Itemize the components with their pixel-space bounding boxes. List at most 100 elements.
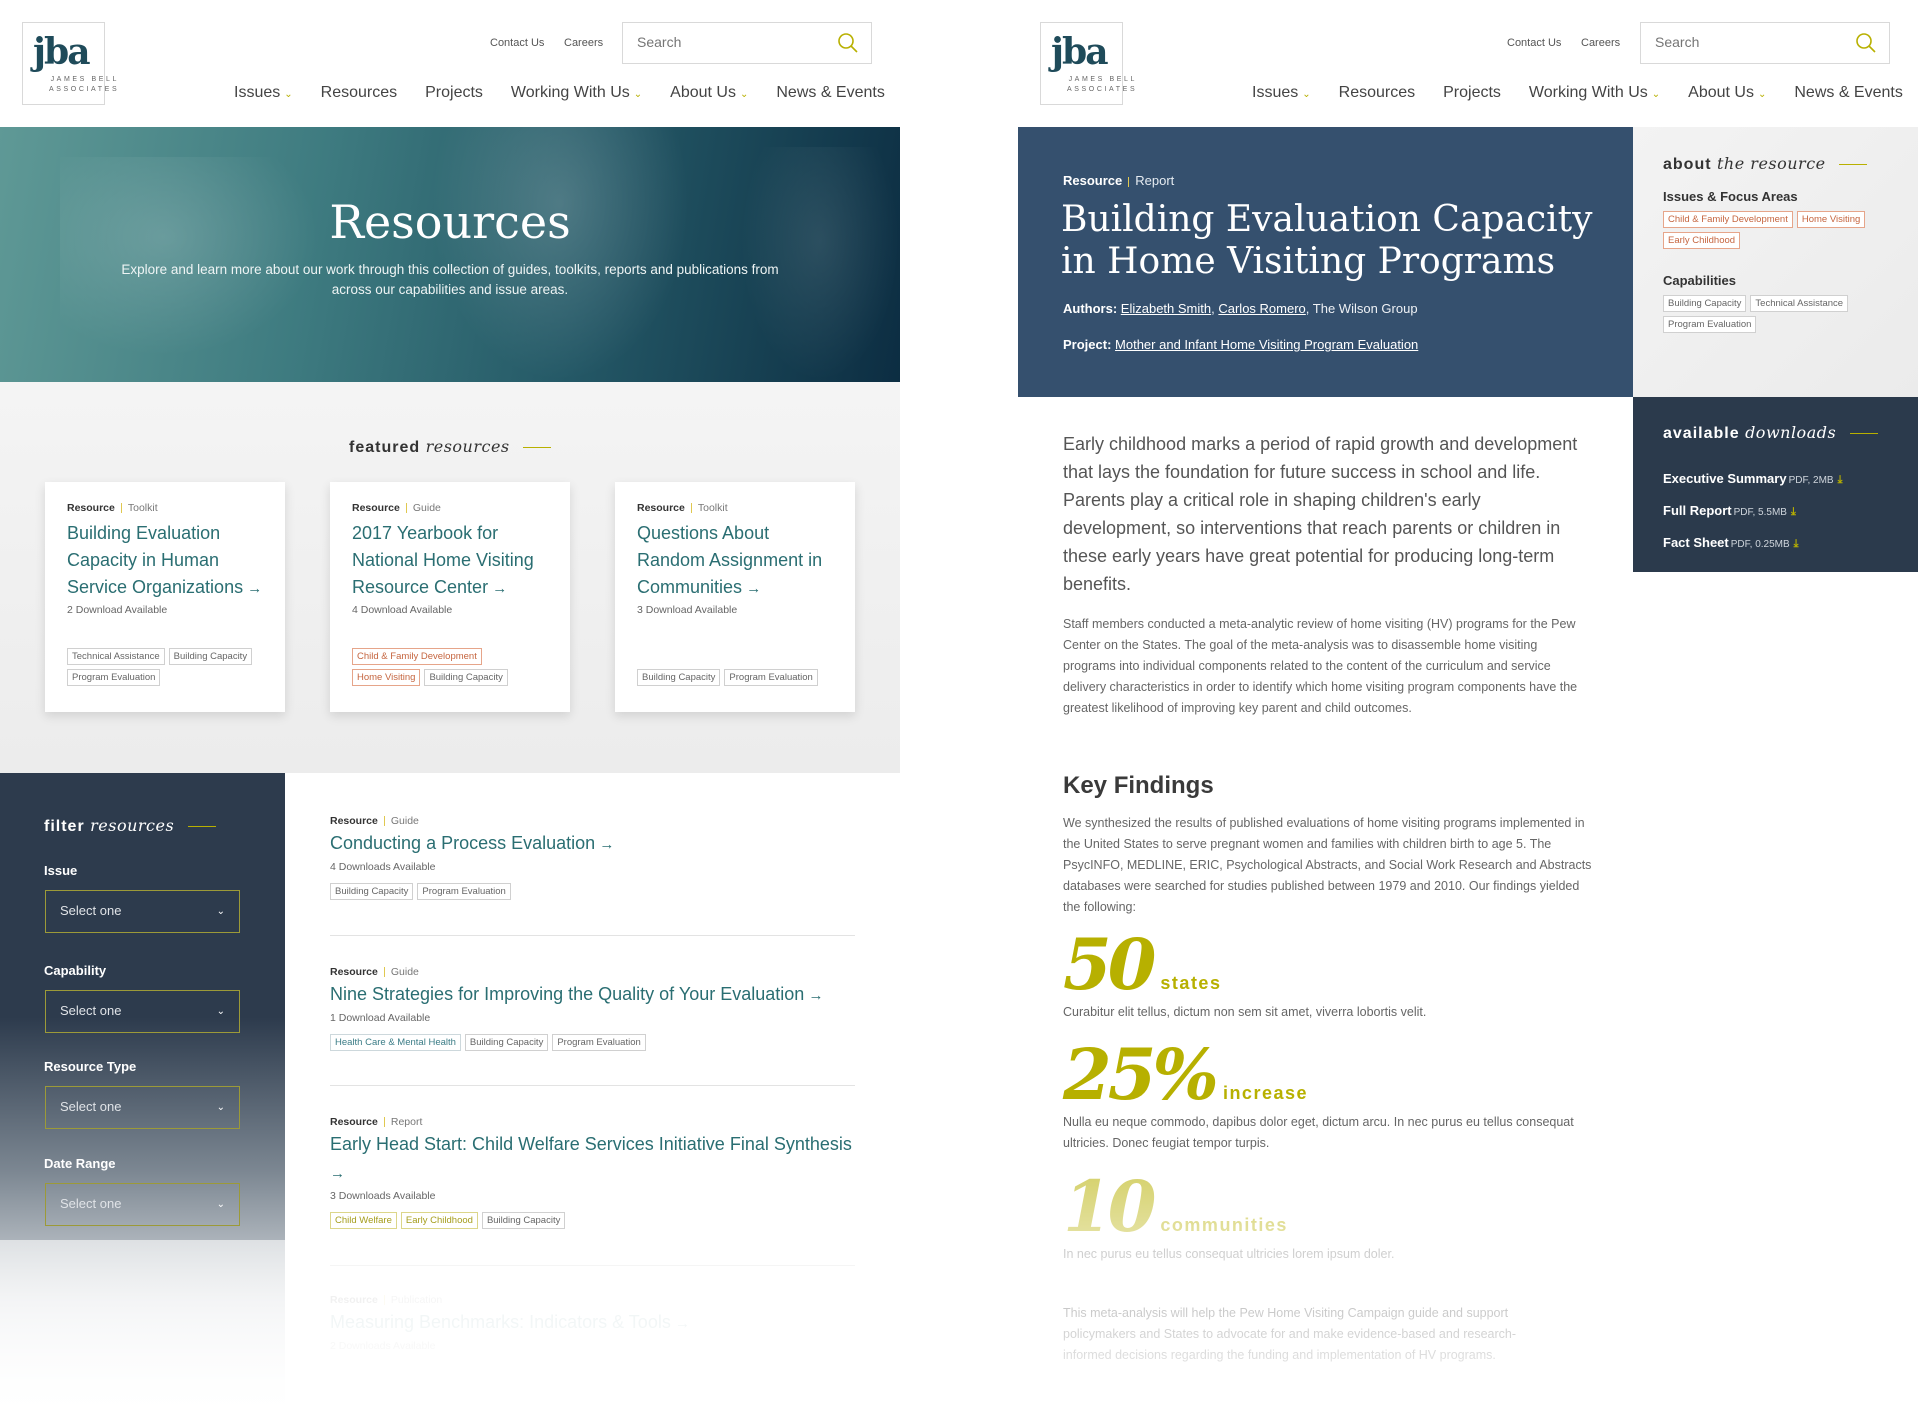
resource-title-link[interactable]: Early Head Start: Child Welfare Services… <box>330 1131 855 1187</box>
list-divider <box>330 935 855 936</box>
issue-tag[interactable]: Home Visiting <box>1796 211 1866 228</box>
nav-news-events[interactable]: News & Events <box>1794 84 1902 102</box>
issue-tag[interactable]: Child & Family Development <box>1663 211 1793 228</box>
capability-tag[interactable]: Building Capacity <box>1663 295 1747 312</box>
list-item[interactable]: Resource Report Early Head Start: Child We… <box>330 1116 855 1229</box>
list-divider <box>330 1265 855 1266</box>
logo[interactable]: jba JAMES BELL ASSOCIATES <box>1040 22 1135 105</box>
resource-title: Conducting a Process Evaluation <box>330 833 596 853</box>
logo[interactable]: jba JAMES BELL ASSOCIATES <box>22 22 117 105</box>
arrow-right-icon: → <box>488 580 508 597</box>
issue-tag[interactable]: Early Childhood <box>1663 232 1741 249</box>
resource-title-link[interactable]: Building Evaluation Capacity in Human Se… <box>67 520 263 602</box>
tag[interactable]: Early Childhood <box>400 1212 478 1229</box>
tag[interactable]: Program Evaluation <box>552 1034 646 1051</box>
resource-list: Resource Guide Conducting a Process Evalua… <box>330 773 855 1416</box>
resource-title-link[interactable]: Nine Strategies for Improving the Qualit… <box>330 981 855 1009</box>
resource-title-link[interactable]: Questions About Random Assignment in Com… <box>637 520 833 602</box>
filter-select-capability[interactable]: Select one ⌄ <box>45 990 240 1033</box>
list-item[interactable]: Resource Guide Nine Strategies for Improvi… <box>330 966 855 1051</box>
filter-select-date-range[interactable]: Select one ⌄ <box>45 1183 240 1226</box>
resource-type: Toolkit <box>127 502 158 514</box>
resource-title-link[interactable]: Conducting a Process Evaluation → <box>330 830 855 858</box>
tag[interactable]: Home Visiting <box>352 669 421 686</box>
capability-tag[interactable]: Program Evaluation <box>1663 316 1757 333</box>
resource-title-link[interactable]: Measuring Benchmarks: Indicators & Tools… <box>330 1309 855 1337</box>
nav-working-with-us[interactable]: Working With Us ⌄ <box>511 84 642 102</box>
capability-tag[interactable]: Technical Assistance <box>1750 295 1849 312</box>
search-icon[interactable] <box>1855 32 1877 54</box>
author-link[interactable]: Elizabeth Smith <box>1121 301 1211 316</box>
chevron-down-icon: ⌄ <box>1651 88 1661 100</box>
about-heading: about the resource <box>1663 154 1868 174</box>
arrow-right-icon: → <box>804 987 824 1004</box>
tag[interactable]: Child Welfare <box>330 1212 397 1229</box>
download-count: 4 Download Available <box>352 604 453 616</box>
tag[interactable]: Child & Family Development <box>352 648 482 665</box>
nav-about-us[interactable]: About Us ⌄ <box>670 84 748 102</box>
nav-issues[interactable]: Issues ⌄ <box>234 84 293 102</box>
meta-divider <box>383 1117 385 1128</box>
careers-link[interactable]: Careers <box>564 37 603 49</box>
project-link[interactable]: Mother and Infant Home Visiting Program … <box>1115 337 1418 352</box>
logo-line-1: JAMES BELL <box>50 76 119 83</box>
nav-issues[interactable]: Issues ⌄ <box>1252 84 1311 102</box>
contact-us-link[interactable]: Contact Us <box>1507 37 1561 49</box>
filter-select-resource-type[interactable]: Select one ⌄ <box>45 1086 240 1129</box>
nav-about-us[interactable]: About Us ⌄ <box>1688 84 1766 102</box>
tag[interactable]: Building Capacity <box>424 669 508 686</box>
logo-line-1: JAMES BELL <box>1068 76 1137 83</box>
careers-link[interactable]: Careers <box>1581 37 1620 49</box>
featured-card[interactable]: Resource Toolkit Questions About Random As… <box>615 482 855 712</box>
tag-list: Technical Assistance Building Capacity Pro… <box>67 648 267 686</box>
nav-working-with-us[interactable]: Working With Us ⌄ <box>1529 84 1660 102</box>
logo-line-2: ASSOCIATES <box>49 86 120 93</box>
tag[interactable]: Program Evaluation <box>417 883 511 900</box>
download-link[interactable]: Full Report PDF, 5.5MB ⤓ <box>1663 503 1796 519</box>
search-input[interactable] <box>637 34 817 50</box>
nav-resources[interactable]: Resources <box>1339 84 1415 102</box>
meta-divider <box>405 503 407 514</box>
resource-title: Building Evaluation Capacity in Human Se… <box>67 523 244 597</box>
list-item[interactable]: Resource Publication Measuring Benchmarks:… <box>330 1294 855 1352</box>
chevron-down-icon: ⌄ <box>216 1006 225 1017</box>
nav-projects[interactable]: Projects <box>425 84 483 102</box>
featured-card[interactable]: Resource Toolkit Building Evaluation Capac… <box>45 482 285 712</box>
nav-projects[interactable]: Projects <box>1443 84 1501 102</box>
contact-us-link[interactable]: Contact Us <box>490 37 544 49</box>
resource-meta: Resource Toolkit <box>637 502 833 514</box>
tag[interactable]: Technical Assistance <box>67 648 165 665</box>
search-input[interactable] <box>1655 34 1835 50</box>
tag[interactable]: Health Care & Mental Health <box>330 1034 461 1051</box>
resource-label: Resource <box>330 966 378 978</box>
resource-title-link[interactable]: 2017 Yearbook for National Home Visiting… <box>352 520 548 602</box>
download-link[interactable]: Executive Summary PDF, 2MB ⤓ <box>1663 471 1842 487</box>
filter-heading: filter resources <box>44 816 216 836</box>
tag[interactable]: Building Capacity <box>637 669 721 686</box>
tag[interactable]: Building Capacity <box>168 648 253 665</box>
featured-card[interactable]: Resource Guide 2017 Yearbook for National … <box>330 482 570 712</box>
select-value: Select one <box>60 1003 122 1018</box>
stat-unit: communities <box>1160 1215 1288 1235</box>
tag[interactable]: Building Capacity <box>330 883 414 900</box>
tag[interactable]: Building Capacity <box>481 1212 566 1229</box>
list-divider <box>330 1085 855 1086</box>
filter-select-issue[interactable]: Select one ⌄ <box>45 890 240 933</box>
list-item[interactable]: Resource Guide Conducting a Process Evalua… <box>330 815 855 900</box>
select-value: Select one <box>60 1099 122 1114</box>
author-link[interactable]: Carlos Romero <box>1218 301 1305 316</box>
nav-resources[interactable]: Resources <box>321 84 397 102</box>
download-link[interactable]: Fact Sheet PDF, 0.25MB ⤓ <box>1663 535 1799 551</box>
issue-tags: Child & Family Development Home Visiting E… <box>1663 211 1893 249</box>
resource-title: Nine Strategies for Improving the Qualit… <box>330 984 805 1004</box>
tag[interactable]: Program Evaluation <box>67 669 161 686</box>
nav-news-events[interactable]: News & Events <box>776 84 884 102</box>
search-icon[interactable] <box>837 32 859 54</box>
tag[interactable]: Program Evaluation <box>724 669 818 686</box>
heading-rule <box>1849 433 1878 435</box>
arrow-right-icon: → <box>243 580 263 597</box>
tag-list: Building Capacity Program Evaluation <box>637 669 837 686</box>
download-size: PDF, 2MB <box>1788 475 1834 486</box>
tag[interactable]: Building Capacity <box>464 1034 549 1051</box>
downloads-heading: available downloads <box>1663 423 1878 443</box>
